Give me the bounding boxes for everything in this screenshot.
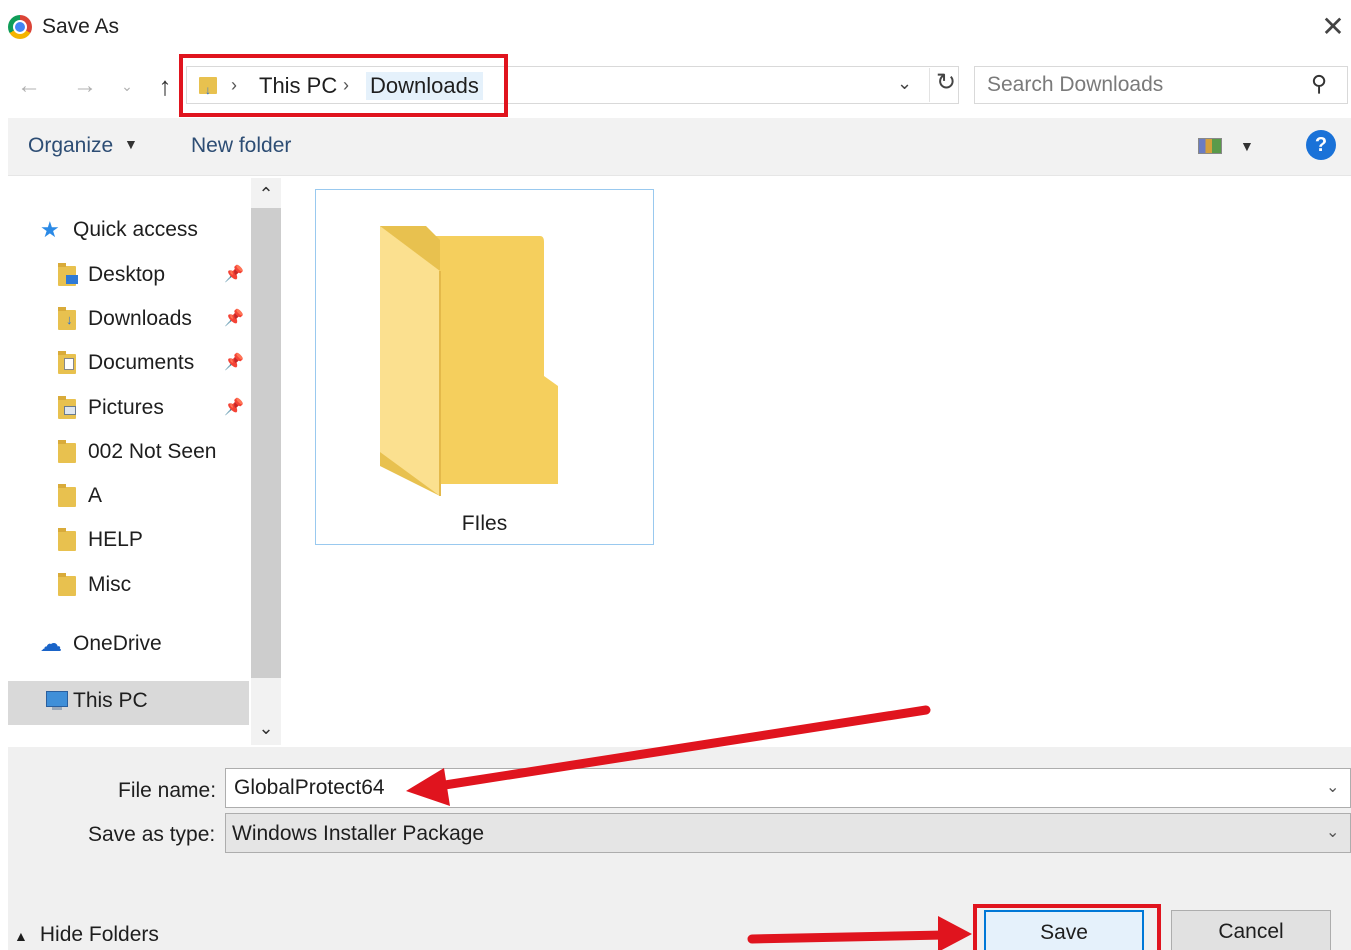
nav-item-002-not-seen[interactable]: 002 Not Seen <box>58 432 258 472</box>
scroll-up-icon[interactable]: ⌃ <box>251 184 281 205</box>
hide-folders-label: Hide Folders <box>39 923 159 946</box>
large-folder-icon <box>380 226 558 496</box>
pin-icon[interactable]: 📌 <box>224 299 244 339</box>
desktop-folder-icon <box>58 263 78 286</box>
search-box[interactable]: ⚲ <box>974 66 1348 104</box>
onedrive-cloud-icon: ☁ <box>40 631 62 656</box>
save-button[interactable]: Save <box>984 910 1144 950</box>
forward-arrow-icon[interactable]: → <box>70 70 100 102</box>
downloads-folder-icon: ↓ <box>199 75 221 97</box>
new-folder-button[interactable]: New folder <box>191 134 291 158</box>
window-title: Save As <box>42 15 120 38</box>
breadcrumb-separator[interactable]: › <box>231 75 237 96</box>
address-dropdown-chevron-icon[interactable]: ⌄ <box>897 73 912 94</box>
chrome-app-icon <box>8 15 32 39</box>
save-options-panel: File name: ⌄ Save as type: Windows Insta… <box>8 747 1351 950</box>
nav-item-downloads[interactable]: ↓ Downloads 📌 <box>58 299 258 339</box>
change-view-icon[interactable] <box>1198 138 1222 154</box>
file-name-label: File name: <box>118 779 217 802</box>
file-name-dropdown-icon[interactable]: ⌄ <box>1326 777 1339 797</box>
nav-quick-access[interactable]: ★ Quick access <box>40 210 250 250</box>
nav-item-pictures[interactable]: Pictures 📌 <box>58 388 258 428</box>
organize-button[interactable]: Organize <box>28 134 113 158</box>
address-bar[interactable]: ↓ › This PC › Downloads ⌄ ↻ <box>186 66 959 104</box>
search-icon[interactable]: ⚲ <box>1311 71 1327 97</box>
save-type-dropdown-icon[interactable]: ⌄ <box>1326 822 1339 842</box>
save-type-label: Save as type: <box>88 823 216 846</box>
cancel-button[interactable]: Cancel <box>1171 910 1331 950</box>
star-icon: ★ <box>40 217 60 242</box>
save-type-select[interactable]: Windows Installer Package ⌄ <box>225 813 1351 853</box>
refresh-icon[interactable]: ↻ <box>929 68 956 102</box>
breadcrumb-separator[interactable]: › <box>343 75 349 96</box>
pin-icon[interactable]: 📌 <box>224 343 244 383</box>
file-name-field[interactable]: ⌄ <box>225 768 1351 808</box>
back-arrow-icon[interactable]: ← <box>14 70 44 102</box>
up-arrow-icon[interactable]: ↑ <box>150 70 180 102</box>
downloads-folder-icon: ↓ <box>58 307 76 330</box>
recent-locations-chevron-icon[interactable]: ⌄ <box>116 70 138 102</box>
folder-icon <box>58 573 76 596</box>
folder-icon <box>58 528 76 551</box>
pictures-folder-icon <box>58 396 76 419</box>
scroll-thumb[interactable] <box>251 208 281 678</box>
breadcrumb-downloads[interactable]: Downloads <box>366 72 483 100</box>
documents-folder-icon <box>58 351 76 374</box>
navigation-pane: ★ Quick access Desktop 📌 ↓ Downloads 📌 D… <box>8 178 281 745</box>
hide-folders-button[interactable]: ▲ Hide Folders <box>14 923 159 947</box>
breadcrumb-this-pc[interactable]: This PC <box>255 72 341 100</box>
pin-icon[interactable]: 📌 <box>224 388 244 428</box>
file-name-input[interactable] <box>234 775 1234 801</box>
close-icon[interactable]: ✕ <box>1318 10 1348 44</box>
command-toolbar: Organize ▼ New folder ▼ ? <box>8 118 1351 176</box>
nav-item-help[interactable]: HELP <box>58 520 258 560</box>
nav-item-desktop[interactable]: Desktop 📌 <box>58 255 258 295</box>
nav-scrollbar[interactable]: ⌃ ⌄ <box>251 178 281 745</box>
search-input[interactable] <box>987 73 1307 97</box>
folder-icon <box>58 440 76 463</box>
nav-item-documents[interactable]: Documents 📌 <box>58 343 258 383</box>
help-icon[interactable]: ? <box>1306 130 1336 160</box>
pin-icon[interactable]: 📌 <box>224 255 244 295</box>
nav-this-pc[interactable]: This PC <box>8 681 249 725</box>
title-bar: Save As ✕ <box>0 0 1351 56</box>
computer-icon <box>46 691 68 710</box>
folder-tile[interactable]: FIles <box>315 189 654 545</box>
nav-item-misc[interactable]: Misc <box>58 565 258 605</box>
nav-item-a[interactable]: A <box>58 476 258 516</box>
organize-caret-icon[interactable]: ▼ <box>124 136 138 152</box>
view-options-caret-icon[interactable]: ▼ <box>1240 138 1254 154</box>
folder-name: FIles <box>461 512 508 535</box>
save-type-value: Windows Installer Package <box>232 822 485 845</box>
folder-icon <box>58 484 76 507</box>
chevron-up-icon: ▲ <box>14 928 28 944</box>
file-list-area[interactable]: FIles <box>285 178 1351 745</box>
scroll-down-icon[interactable]: ⌄ <box>251 718 281 739</box>
nav-onedrive[interactable]: ☁ OneDrive <box>40 624 250 664</box>
